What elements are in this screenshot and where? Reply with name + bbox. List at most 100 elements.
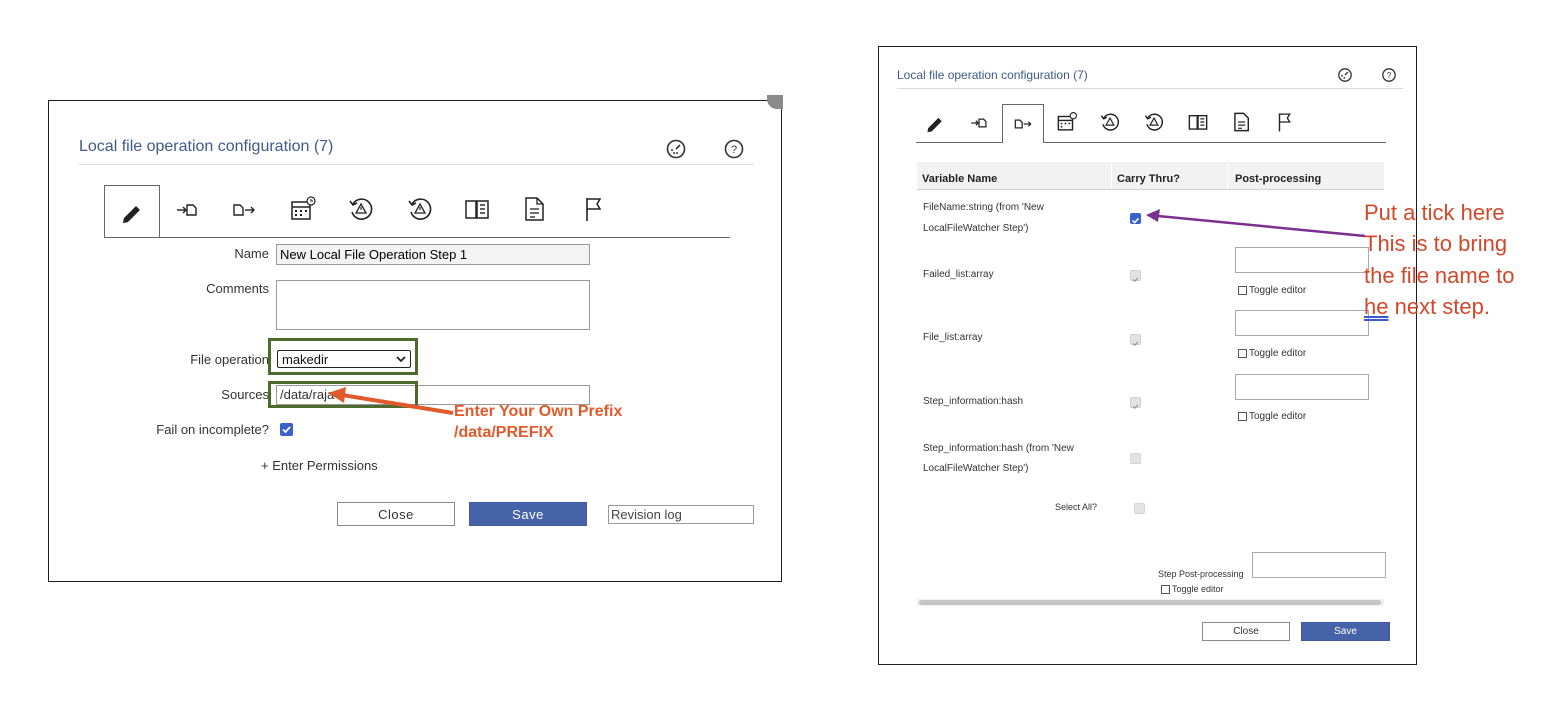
post-processing-textarea[interactable] <box>1235 247 1369 273</box>
title-separator <box>79 164 754 165</box>
alert-history-icon <box>1144 113 1164 131</box>
horizontal-scrollbar[interactable] <box>917 599 1384 606</box>
history-icon <box>349 198 373 220</box>
enter-permissions-link[interactable]: + Enter Permissions <box>261 458 378 473</box>
file-operation-label: File operation <box>190 352 269 367</box>
help-icon[interactable]: ? <box>722 137 746 161</box>
chevron-down-icon <box>396 356 406 363</box>
carry-thru-checkbox[interactable] <box>1130 453 1141 464</box>
toggle-editor-checkbox[interactable] <box>1238 349 1247 358</box>
tick-annotation-line2: This is to bring <box>1364 231 1508 256</box>
tab-bar <box>916 104 1386 143</box>
document-icon <box>525 197 544 221</box>
tab-documentation[interactable] <box>463 195 493 223</box>
tab-input[interactable] <box>174 197 204 223</box>
document-icon <box>1234 112 1249 132</box>
check-icon <box>1132 404 1139 410</box>
variable-name-cont: LocalFileWatcher Step') <box>923 223 1029 234</box>
title-separator <box>897 88 1403 89</box>
svg-text:?: ? <box>731 144 737 156</box>
toggle-editor-label: Toggle editor <box>1249 348 1307 359</box>
variable-name: FileName:string (from 'New <box>923 202 1044 213</box>
tab-general[interactable] <box>924 112 948 134</box>
carry-thru-checkbox[interactable] <box>1130 270 1141 283</box>
output-icon <box>1014 119 1032 129</box>
prefix-annotation-line2: /data/PREFIX <box>454 424 554 441</box>
carry-thru-checkbox[interactable] <box>1130 397 1141 410</box>
toggle-editor[interactable]: Toggle editor <box>1238 411 1306 422</box>
tick-annotation-line3: the file name to <box>1364 263 1515 288</box>
save-button[interactable]: Save <box>469 502 587 526</box>
step-post-processing-textarea[interactable] <box>1252 552 1386 578</box>
select-all-label: Select All? <box>1055 502 1098 512</box>
book-icon <box>465 200 489 219</box>
close-button[interactable]: Close <box>337 502 455 526</box>
toggle-editor-checkbox[interactable] <box>1238 412 1247 421</box>
close-button[interactable]: Close <box>1202 622 1290 641</box>
step-toggle-editor[interactable]: Toggle editor <box>1161 584 1224 594</box>
revision-log-input[interactable] <box>608 505 754 524</box>
toggle-editor-label: Toggle editor <box>1249 285 1307 296</box>
output-icon <box>233 204 255 216</box>
tab-output[interactable] <box>231 197 261 223</box>
carry-thru-checkbox[interactable] <box>1130 334 1141 347</box>
toggle-editor-label: Toggle editor <box>1249 411 1307 422</box>
post-processing-textarea[interactable] <box>1235 374 1369 400</box>
tab-documentation[interactable] <box>1187 111 1209 133</box>
toggle-editor-checkbox[interactable] <box>1238 286 1247 295</box>
name-input[interactable] <box>276 244 590 265</box>
dialog-corner-close-icon[interactable] <box>767 95 783 109</box>
speedometer-icon[interactable] <box>1336 66 1354 84</box>
post-processing-textarea[interactable] <box>1235 310 1369 336</box>
fail-on-incomplete-label: Fail on incomplete? <box>156 422 269 437</box>
tick-annotation-line1: Put a tick here <box>1364 200 1505 225</box>
toggle-editor[interactable]: Toggle editor <box>1238 285 1306 296</box>
select-all-checkbox[interactable] <box>1134 503 1145 514</box>
tab-schedule[interactable] <box>1056 111 1078 133</box>
left-config-dialog: Local file operation configuration (7) ? <box>48 95 783 582</box>
speedometer-icon[interactable] <box>664 137 688 161</box>
save-button[interactable]: Save <box>1301 622 1390 641</box>
schedule-icon <box>291 196 316 220</box>
tab-bar <box>104 185 730 238</box>
dialog-title: Local file operation configuration (7) <box>897 68 1088 82</box>
step-post-processing-label: Step Post-processing <box>1158 569 1244 579</box>
book-icon <box>1188 115 1208 130</box>
tab-notes[interactable] <box>521 195 551 223</box>
tab-schedule[interactable] <box>289 195 319 223</box>
tab-history[interactable] <box>347 195 377 223</box>
column-header-variable-name: Variable Name <box>922 173 998 185</box>
tab-history[interactable] <box>1099 111 1121 133</box>
tick-annotation-rest: next step. <box>1388 294 1490 319</box>
variable-name: Step_information:hash (from 'New <box>923 443 1074 454</box>
tab-general[interactable] <box>104 185 160 237</box>
tab-flag[interactable] <box>580 195 610 223</box>
tick-annotation-link: he <box>1364 294 1389 319</box>
tab-flag[interactable] <box>1274 111 1296 133</box>
sources-label: Sources <box>221 387 269 402</box>
pencil-icon <box>927 117 942 133</box>
toggle-editor-checkbox[interactable] <box>1161 584 1170 594</box>
right-config-dialog: Local file operation configuration (7) ? <box>878 46 1417 665</box>
variable-name: File_list:array <box>923 332 983 343</box>
tab-alert-history[interactable] <box>406 195 436 223</box>
pencil-icon <box>123 205 140 223</box>
comments-textarea[interactable] <box>276 280 590 330</box>
column-header-post-processing: Post-processing <box>1235 173 1322 185</box>
help-icon[interactable]: ? <box>1380 66 1398 84</box>
tab-output[interactable] <box>1002 104 1044 143</box>
fail-on-incomplete-checkbox[interactable] <box>280 423 293 436</box>
flag-icon <box>1278 113 1291 132</box>
prefix-annotation-arrow <box>328 387 454 415</box>
name-label: Name <box>234 246 269 261</box>
check-icon <box>1132 277 1139 283</box>
check-icon <box>1132 341 1139 347</box>
toggle-editor[interactable]: Toggle editor <box>1238 348 1306 359</box>
file-operation-select[interactable]: makedir <box>277 350 411 368</box>
tab-input[interactable] <box>969 113 991 133</box>
tab-alert-history[interactable] <box>1143 111 1165 133</box>
tab-notes[interactable] <box>1231 111 1253 133</box>
scrollbar-thumb[interactable] <box>919 600 1381 605</box>
tick-annotation-line4: he next step. <box>1364 294 1490 320</box>
variable-name: Step_information:hash <box>923 396 1024 407</box>
